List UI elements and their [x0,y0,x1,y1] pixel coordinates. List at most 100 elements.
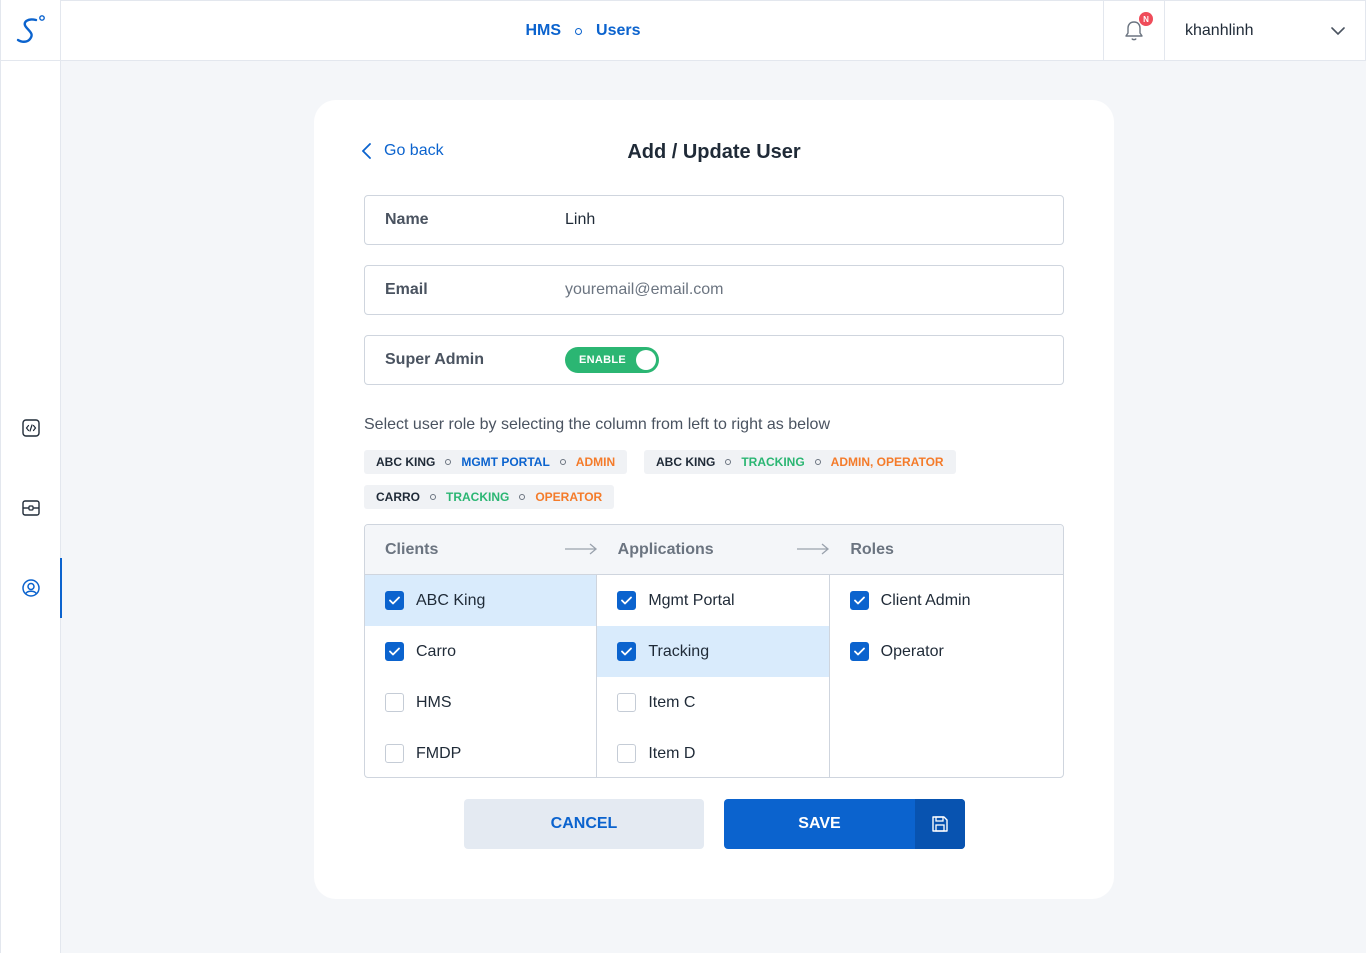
server-icon [22,500,40,516]
check-icon [853,596,865,605]
notification-button[interactable]: N [1103,1,1165,61]
sidebar [0,0,62,953]
email-label: Email [385,281,428,298]
name-input[interactable] [565,211,1005,229]
chip-separator [814,459,821,465]
chip-separator [725,459,732,465]
chip-separator [445,459,452,465]
role-option[interactable]: Operator [830,626,1063,677]
super-admin-field: Super Admin ENABLE [364,335,1064,385]
app-logo[interactable] [1,0,61,61]
user-form-card: Go back Add / Update User Name Email Sup… [314,100,1114,899]
chip-role: ADMIN, OPERATOR [830,455,944,469]
role-hint: Select user role by selecting the column… [364,416,830,433]
chip-application: TRACKING [446,490,510,504]
sidebar-item-code[interactable] [1,398,61,458]
chevron-down-icon [1331,27,1345,36]
checkbox[interactable] [385,744,404,763]
checkbox[interactable] [385,693,404,712]
client-option[interactable]: Carro [365,626,596,677]
client-option-label: HMS [416,693,452,711]
chip-application: MGMT PORTAL [461,455,550,469]
selector-header: Clients Applications Roles [365,525,1063,575]
cancel-button[interactable]: CANCEL [464,799,704,849]
checkbox[interactable] [617,642,637,661]
client-option[interactable]: HMS [365,677,596,728]
client-option-label: Carro [416,642,457,660]
roles-header: Roles [830,525,1063,574]
application-option-label: Item C [648,693,696,711]
chip-client: CARRO [376,490,420,504]
application-option-label: Tracking [648,642,710,660]
role-option-label: Operator [880,642,944,660]
applications-column: Mgmt Portal Tracking Item C Item D [597,575,830,777]
sidebar-item-server[interactable] [1,478,61,538]
arrow-right-icon [564,543,597,555]
application-option-label: Mgmt Portal [648,591,735,609]
application-option[interactable]: Item D [597,728,828,777]
breadcrumb-item-hms[interactable]: HMS [525,22,561,40]
clients-column: ABC King Carro HMS FMDP [365,575,598,777]
arrow-right-icon [797,543,830,555]
client-option-label: ABC King [416,591,486,609]
chip-role: ADMIN [575,455,616,469]
client-option[interactable]: ABC King [365,575,597,626]
role-option[interactable]: Client Admin [830,575,1063,626]
client-option-label: FMDP [416,744,462,762]
application-option[interactable]: Tracking [597,626,829,677]
save-icon-box [915,799,965,849]
roles-header-label: Roles [850,540,894,558]
client-option[interactable]: FMDP [365,728,596,777]
application-option-label: Item D [648,744,696,762]
check-icon [621,647,633,656]
role-chip: ABC KING MGMT PORTAL ADMIN [364,450,628,474]
save-button[interactable]: SAVE [724,799,965,849]
role-selector: Clients Applications Roles ABC King Carro… [364,524,1064,778]
role-chip: ABC KING TRACKING ADMIN, OPERATOR [644,450,956,474]
check-icon [853,647,865,656]
checkbox[interactable] [849,591,869,610]
super-admin-toggle[interactable]: ENABLE [565,347,659,373]
chip-separator [559,459,566,465]
application-option[interactable]: Mgmt Portal [597,575,828,626]
breadcrumb-separator [575,27,583,35]
name-label: Name [385,211,429,228]
logo-icon [16,15,45,43]
chip-application: TRACKING [741,455,805,469]
page-title: Add / Update User [627,141,801,163]
top-header: HMS Users N khanhlinh [61,0,1366,61]
roles-column: Client Admin Operator [830,575,1063,777]
clients-header-label: Clients [385,540,439,558]
clients-header: Clients [365,525,598,574]
check-icon [389,647,400,656]
checkbox[interactable] [617,591,637,610]
email-input[interactable] [565,281,1005,299]
floppy-disk-icon [932,816,948,832]
chip-separator [430,494,436,500]
checkbox[interactable] [385,642,404,661]
username: khanhlinh [1185,22,1254,39]
applications-header: Applications [598,525,831,574]
check-icon [389,596,400,605]
checkbox[interactable] [849,642,869,661]
chip-client: ABC KING [656,455,716,469]
user-menu[interactable]: khanhlinh [1165,1,1365,61]
checkbox[interactable] [385,591,404,610]
name-field: Name [364,195,1064,245]
chip-role: OPERATOR [535,490,603,504]
breadcrumb-item-users[interactable]: Users [596,22,640,40]
sidebar-item-users[interactable] [1,558,62,618]
user-circle-icon [22,579,40,597]
chip-client: ABC KING [376,455,436,469]
toggle-label: ENABLE [579,354,627,366]
role-option-label: Client Admin [880,591,971,609]
application-option[interactable]: Item C [597,677,828,728]
super-admin-label: Super Admin [385,351,484,368]
checkbox[interactable] [617,744,637,763]
code-icon [22,419,40,437]
notification-badge: N [1139,12,1153,26]
checkbox[interactable] [617,693,637,712]
role-chip: CARRO TRACKING OPERATOR [364,485,615,509]
breadcrumb: HMS Users [61,1,1105,61]
chip-separator [519,494,526,500]
